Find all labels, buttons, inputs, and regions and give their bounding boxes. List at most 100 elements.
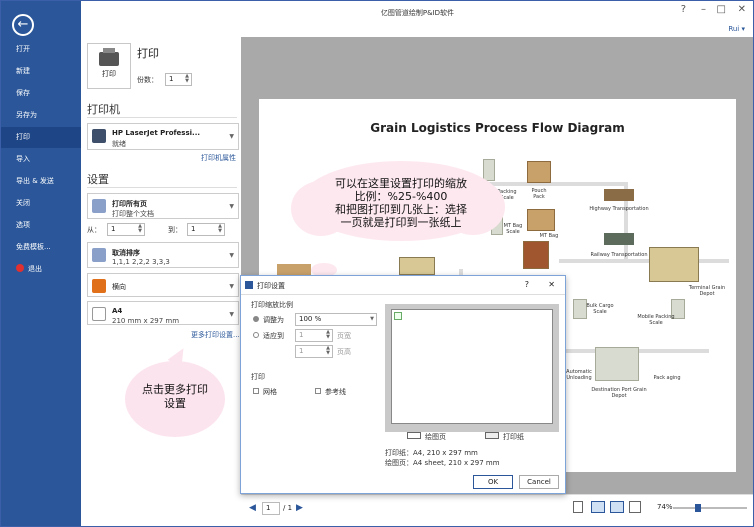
preview-status-bar: ◀ 1 / 1 ▶ 74%	[241, 494, 753, 526]
close-icon[interactable]: ✕	[738, 4, 746, 15]
sidebar-item-templates[interactable]: 免费模板...	[1, 237, 81, 258]
zoom-slider-thumb[interactable]	[695, 504, 701, 512]
sidebar-item-new[interactable]: 新建	[1, 61, 81, 82]
printer-properties-link[interactable]: 打印机属性	[201, 153, 236, 163]
print-settings-panel: 打印 打印 份数： 1 ▲ ▼ 打印机 HP LaserJet Professi..…	[81, 23, 241, 526]
orientation-select[interactable]: 横向 ▼	[87, 273, 239, 297]
stepper-arrows-icon: ▲ ▼	[326, 329, 330, 340]
sidebar-item-export-send[interactable]: 导出 & 发送	[1, 171, 81, 192]
sidebar-item-print[interactable]: 打印	[1, 127, 81, 148]
printer-name: HP LaserJet Professi...	[112, 129, 201, 137]
adjust-label: 调整为	[263, 316, 284, 324]
adjust-radio[interactable]	[253, 316, 259, 322]
sidebar-item-open[interactable]: 打开	[1, 39, 81, 60]
print-group-label: 打印	[251, 373, 265, 381]
divider	[241, 294, 565, 295]
fit-pages-tall-stepper[interactable]: 1 ▲ ▼	[295, 345, 333, 358]
dialog-help-icon[interactable]: ?	[525, 280, 529, 289]
paper-size-sub: 210 mm x 297 mm	[112, 317, 180, 325]
copies-value: 1	[169, 75, 174, 83]
to-value: 1	[191, 225, 196, 233]
print-range-select[interactable]: 打印所有页 打印整个文档 ▼	[87, 193, 239, 219]
sidebar-item-exit[interactable]: 退出	[1, 259, 81, 280]
sidebar-item-close[interactable]: 关闭	[1, 193, 81, 214]
divider	[87, 117, 237, 118]
sidebar-item-import[interactable]: 导入	[1, 149, 81, 170]
dialog-close-icon[interactable]: ✕	[548, 280, 555, 289]
more-print-settings-link[interactable]: 更多打印设置...	[191, 330, 240, 340]
minimize-icon[interactable]: –	[701, 4, 706, 15]
fit-page-icon[interactable]	[610, 501, 624, 513]
tip-text-bottom: 点击更多打印 设置	[125, 383, 225, 411]
to-stepper[interactable]: 1 ▲ ▼	[187, 223, 225, 236]
mt-bag-label: MT Bag	[539, 233, 559, 239]
fit-width-icon[interactable]	[629, 501, 641, 513]
guides-checkbox[interactable]	[315, 388, 321, 394]
collate-icon	[92, 248, 106, 262]
printer-select[interactable]: HP LaserJet Professi... 就绪 ▼	[87, 123, 239, 150]
dialog-app-icon	[245, 281, 253, 289]
railway-label: Railway Transportation	[590, 252, 648, 258]
chevron-down-icon: ▼	[229, 133, 234, 140]
mt-bag-shape	[527, 209, 555, 231]
tip-line: 一页就是打印到一张纸上	[340, 216, 462, 229]
paper-size-title: A4	[112, 307, 123, 315]
railcar-shape	[604, 233, 634, 245]
maximize-icon[interactable]: □	[717, 4, 726, 15]
orientation-value: 横向	[112, 283, 126, 291]
cancel-button[interactable]: Cancel	[519, 475, 559, 489]
zoom-level: 74%	[657, 503, 673, 511]
grid-checkbox[interactable]	[253, 388, 259, 394]
from-stepper[interactable]: 1 ▲ ▼	[107, 223, 145, 236]
fit-radio[interactable]	[253, 332, 259, 338]
printer-small-icon	[92, 129, 106, 143]
prev-page-icon[interactable]: ◀	[249, 503, 256, 513]
fit-label: 适应到	[263, 332, 284, 340]
page-title: 打印	[137, 47, 159, 60]
sidebar-item-exit-label: 退出	[28, 265, 42, 273]
printer-heading: 打印机	[87, 103, 120, 116]
paper-legend: 打印纸	[503, 433, 524, 441]
next-page-icon[interactable]: ▶	[296, 503, 303, 513]
user-account[interactable]: Rui ▾	[728, 25, 745, 33]
tip-line: 设置	[164, 397, 186, 410]
back-arrow-icon[interactable]: ←	[12, 14, 34, 36]
collate-title: 取消排序	[112, 249, 140, 257]
copies-stepper[interactable]: 1 ▲ ▼	[165, 73, 192, 86]
pouch-pack-shape	[527, 161, 551, 183]
pouch-pack-label: Pouch Pack	[531, 188, 547, 200]
page-current: 1	[266, 504, 271, 512]
chevron-down-icon: ▼	[370, 316, 374, 322]
sidebar-item-save[interactable]: 保存	[1, 83, 81, 104]
scale-group-label: 打印缩放比例	[251, 301, 293, 309]
zoom-slider[interactable]	[673, 504, 747, 512]
page-number-input[interactable]: 1	[262, 502, 280, 515]
dialog-page-preview	[385, 304, 559, 432]
packaging-label: Pack aging	[653, 375, 681, 381]
fit-value-1: 1	[299, 331, 304, 339]
silo-shape	[595, 347, 639, 381]
drawing-page-legend: 绘图页	[425, 433, 446, 441]
paper-size-select[interactable]: A4 210 mm x 297 mm ▼	[87, 301, 239, 325]
sidebar-item-save-as[interactable]: 另存为	[1, 105, 81, 126]
tip-line: 和把图打印到几张上：选择	[335, 203, 467, 216]
landscape-icon	[92, 279, 106, 293]
scale-select[interactable]: 100 % ▼	[295, 313, 377, 326]
print-button[interactable]: 打印	[87, 43, 131, 89]
exit-icon	[16, 264, 24, 272]
single-page-icon[interactable]	[573, 501, 583, 513]
collate-select[interactable]: 取消排序 1,1,1 2,2,2 3,3,3 ▼	[87, 242, 239, 268]
paper-icon	[92, 307, 106, 321]
chevron-down-icon: ▼	[229, 311, 234, 318]
app-window: ← 打开 新建 保存 另存为 打印 导入 导出 & 发送 关闭 选项 免费模板.…	[0, 0, 754, 527]
chevron-down-icon: ▼	[229, 252, 234, 259]
print-range-title: 打印所有页	[112, 200, 147, 208]
help-icon[interactable]: ?	[681, 4, 686, 15]
sidebar-item-options[interactable]: 选项	[1, 215, 81, 236]
ok-button[interactable]: OK	[473, 475, 513, 489]
two-page-icon[interactable]	[591, 501, 605, 513]
fit-pages-wide-stepper[interactable]: 1 ▲ ▼	[295, 329, 333, 342]
to-label: 到：	[168, 226, 182, 234]
mobile-packing-label: Mobile Packing Scale	[637, 314, 675, 326]
tip-line: 可以在这里设置打印的缩放	[335, 177, 467, 190]
